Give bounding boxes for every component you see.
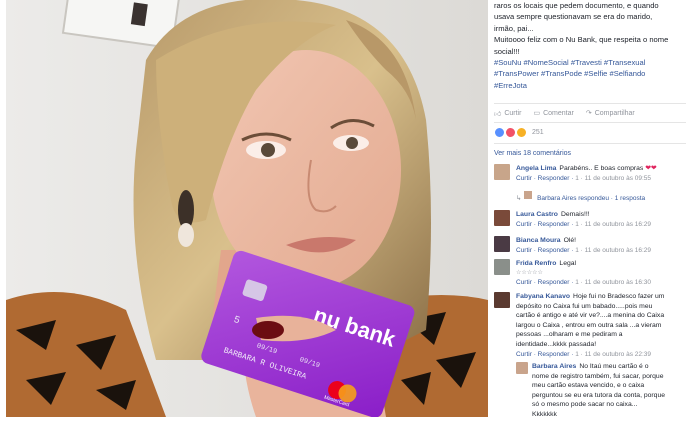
post-photo[interactable]: nu bank 5 09/19 09/19 BARBARA R OLIVEIRA… xyxy=(6,0,488,417)
like-button[interactable]: 👍︎ Curtir xyxy=(494,107,521,119)
post-text-line: usava sempre questionavam se era do mari… xyxy=(494,12,653,22)
facebook-post-panel: raros os locais que pedem documento, e q… xyxy=(488,0,690,421)
comment-text-line: meu cartão estava vencido, e o caixa xyxy=(532,382,645,390)
comment-author[interactable]: Angela Lima xyxy=(516,165,556,172)
comment-actions[interactable]: Curtir · Responder · xyxy=(516,221,575,228)
post-text-line: raros os locais que pedem documento, e q… xyxy=(494,1,659,10)
comment-actions[interactable]: Curtir · Responder · xyxy=(516,351,575,358)
divider xyxy=(494,103,686,104)
comment-actions[interactable]: Curtir · Responder · xyxy=(516,175,575,182)
comment-text: Parabéns.. E boas compras xyxy=(559,165,644,172)
comment-text-line: pessoas ...olharam e me pediram a xyxy=(516,331,623,339)
comment-item: Frida Renfro Legal ☆☆☆☆☆ Curtir · Respond… xyxy=(494,259,688,289)
avatar[interactable] xyxy=(494,236,510,252)
comment-item: Bianca Moura Olé! Curtir · Responder · 1 … xyxy=(494,236,688,258)
comment-button[interactable]: ▭ Comentar xyxy=(533,107,573,119)
comment-text-line: perguntou se eu era tutora da conta, por… xyxy=(532,391,666,399)
avatar[interactable] xyxy=(494,210,510,226)
comment-meta: Curtir · Responder · 1 · 11 de outubro à… xyxy=(516,174,652,182)
avatar[interactable] xyxy=(494,164,510,180)
reply-arrow-icon: ↳ xyxy=(516,195,522,202)
comment-meta: Curtir · Responder · 1 · 11 de outubro à… xyxy=(516,350,652,358)
comment-text-line: Kkkkkkk xyxy=(532,410,557,418)
comment-author[interactable]: Bianca Moura xyxy=(516,237,561,244)
replies-summary: Barbara Aires respondeu · 1 resposta xyxy=(537,195,646,202)
comment-like-count: 1 xyxy=(575,246,579,254)
comment-text: Demais!!! xyxy=(560,211,590,218)
view-more-comments-link[interactable]: Ver mais 18 comentários xyxy=(494,150,571,157)
comment-timestamp[interactable]: 11 de outubro às 09:55 xyxy=(585,175,651,182)
comment-actions[interactable]: Curtir · Responder · xyxy=(516,247,575,254)
comment-actions[interactable]: Curtir · Responder · xyxy=(516,279,575,286)
post-text-line: irmão, pai... xyxy=(494,23,534,33)
comment-item: Fabyana Kanavo Hoje fui no Bradesco fazer… xyxy=(494,292,688,360)
hashtag-link[interactable]: #TransPower #TransPode #Selfie #Selfiand… xyxy=(494,68,688,79)
reactions-summary[interactable]: 251 xyxy=(494,127,544,138)
comment-timestamp[interactable]: 11 de outubro às 16:30 xyxy=(585,279,651,286)
share-label: Compartilhar xyxy=(594,109,635,117)
hashtag-link[interactable]: #SouNu #NomeSocial #Travesti #Transexual xyxy=(494,57,688,68)
comment-text-line: depósito no Caixa fui um babado.....pois… xyxy=(516,302,653,310)
comment-text-line: No Itaú meu cartão é o xyxy=(579,363,649,370)
like-label: Curtir xyxy=(504,109,522,117)
thumbs-up-icon: 👍︎ xyxy=(494,110,502,118)
comment-meta: Curtir · Responder · 1 · 11 de outubro à… xyxy=(516,220,652,228)
comment-author[interactable]: Laura Castro xyxy=(516,211,558,218)
reply-item: Barbara Aires No Itaú meu cartão é o nome… xyxy=(516,362,688,421)
share-icon: ↷ xyxy=(585,110,592,117)
love-reaction-icon xyxy=(505,127,516,138)
comment-author[interactable]: Fabyana Kanavo xyxy=(516,293,570,300)
hashtag-link[interactable]: #ErreJota xyxy=(494,80,688,91)
comment-timestamp[interactable]: 11 de outubro às 22:39 xyxy=(585,351,651,358)
comment-text: Legal xyxy=(559,260,577,267)
wow-reaction-icon xyxy=(516,127,527,138)
avatar[interactable] xyxy=(516,362,528,374)
like-reaction-icon xyxy=(494,127,505,138)
comment-meta: Curtir · Responder · 1 · 11 de outubro à… xyxy=(516,279,652,287)
comment-author[interactable]: Frida Renfro xyxy=(516,260,556,267)
comment-text-line: Hoje fui no Bradesco fazer um xyxy=(573,293,665,300)
post-text-line: Muitoooo feliz com o Nu Bank, que respei… xyxy=(494,35,669,45)
comment-timestamp[interactable]: 11 de outubro às 16:29 xyxy=(585,247,651,254)
comment-like-count: 1 xyxy=(575,220,579,228)
share-button[interactable]: ↷ Compartilhar xyxy=(586,107,635,119)
comment-text-line: nome de registro também, fui sacar, porq… xyxy=(532,372,664,380)
comment-like-count: 1 xyxy=(575,350,579,358)
reaction-count: 251 xyxy=(532,129,544,136)
comment-text-line: cartão é antigo e até vir ve?....a menin… xyxy=(516,312,665,320)
avatar[interactable] xyxy=(494,259,510,275)
replies-link[interactable]: ↳ Barbara Aires respondeu · 1 resposta xyxy=(516,190,645,202)
heart-emoji-icon: ❤❤ xyxy=(645,165,657,172)
post-body: raros os locais que pedem documento, e q… xyxy=(494,0,688,91)
comment-meta: Curtir · Responder · 1 · 11 de outubro à… xyxy=(516,246,652,254)
comment-label: Comentar xyxy=(543,109,574,117)
divider xyxy=(494,122,686,123)
comment-like-count: 1 xyxy=(575,174,579,182)
comment-text-line: só o mesmo pode sacar no caixa... xyxy=(532,401,638,409)
comment-text-line: largou o Caixa , entrou em outra sala ..… xyxy=(516,321,662,329)
comment-text-line: identidade...kkkk passada! xyxy=(516,340,597,348)
comment-like-count: 1 xyxy=(575,279,579,287)
comment-item: Laura Castro Demais!!! Curtir · Responder… xyxy=(494,210,688,232)
avatar[interactable] xyxy=(494,292,510,308)
divider xyxy=(494,143,686,144)
comment-text: Olé! xyxy=(563,237,577,244)
comment-icon: ▭ xyxy=(533,110,541,117)
star-rating-icons: ☆☆☆☆☆ xyxy=(516,269,543,276)
comment-timestamp[interactable]: 11 de outubro às 16:29 xyxy=(585,221,651,228)
post-actions: 👍︎ Curtir ▭ Comentar ↷ Compartilhar xyxy=(494,107,684,119)
avatar xyxy=(523,190,534,200)
comment-author[interactable]: Barbara Aires xyxy=(532,363,576,370)
post-text-line: social!!! xyxy=(494,46,520,56)
